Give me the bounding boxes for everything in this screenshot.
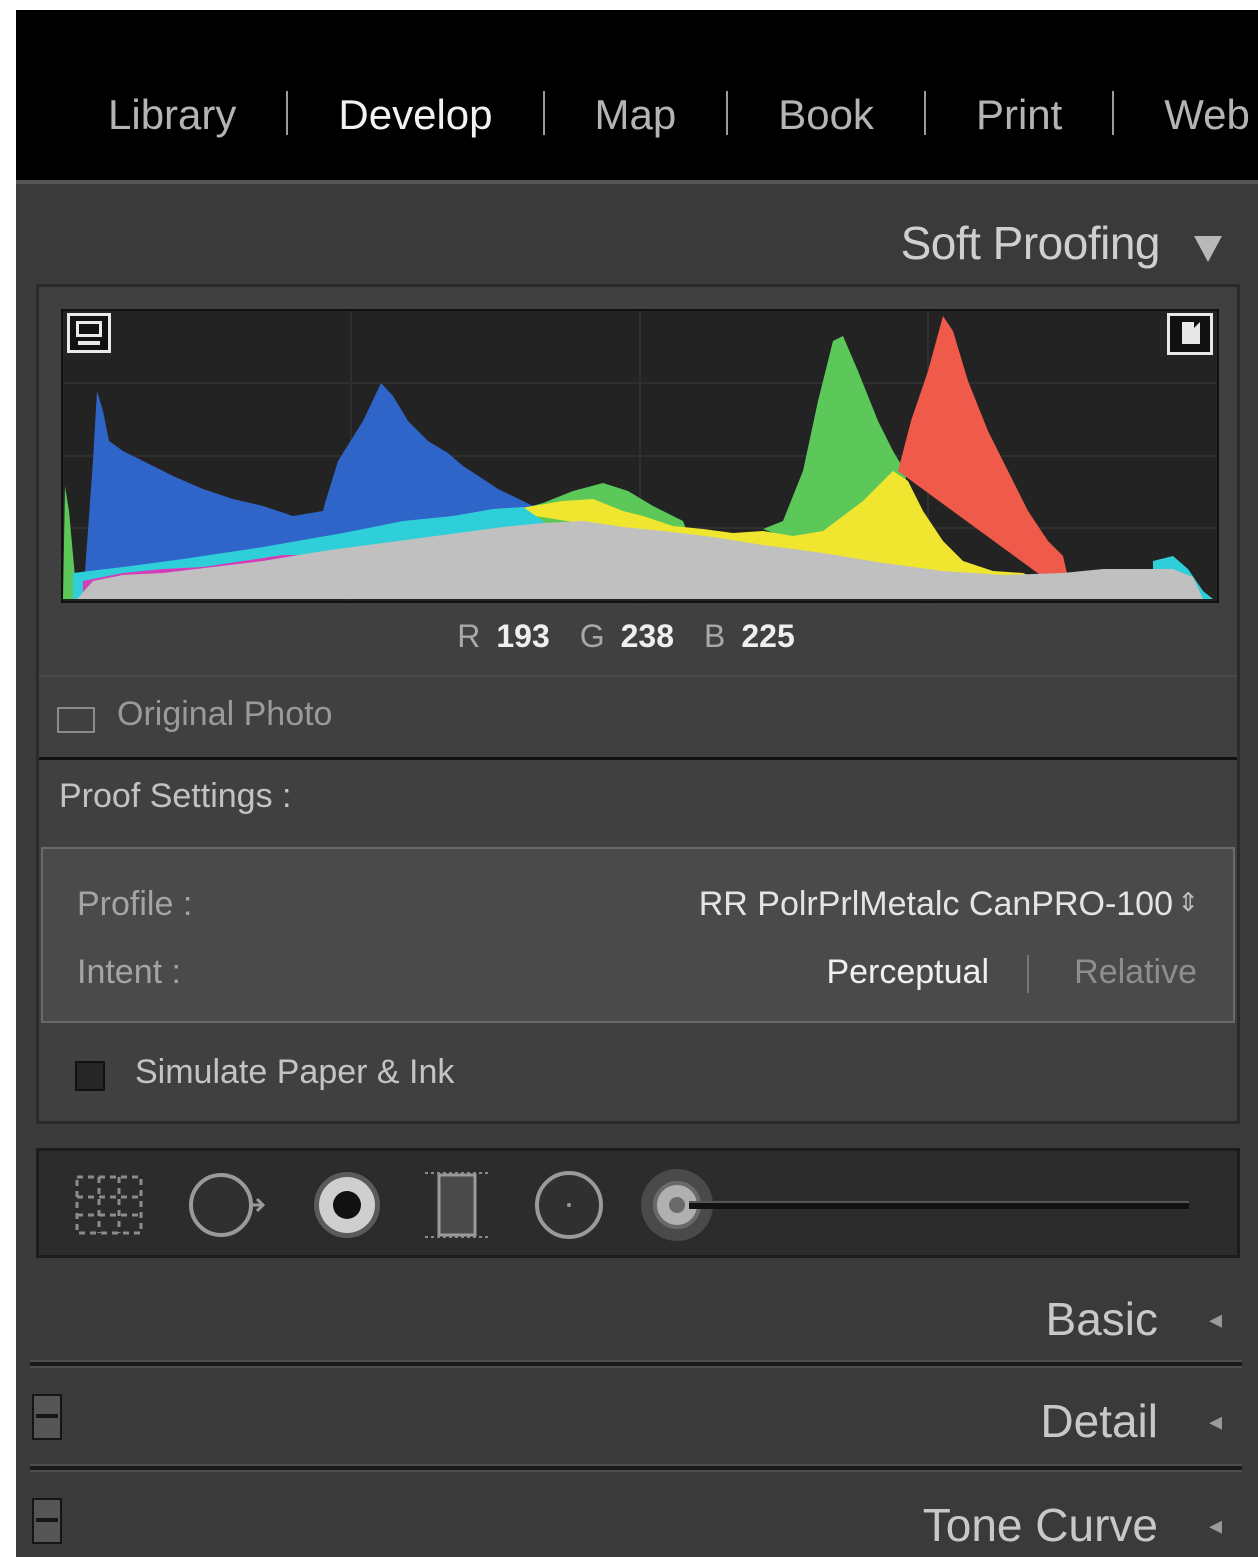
module-separator: [1112, 91, 1115, 135]
triangle-left-icon[interactable]: ◂: [1209, 1304, 1222, 1335]
module-map[interactable]: Map: [595, 90, 677, 140]
simulate-paper-ink-label: Simulate Paper & Ink: [135, 1053, 455, 1091]
intent-perceptual-option[interactable]: Perceptual: [826, 953, 989, 992]
tone-curve-panel-title: Tone Curve: [922, 1499, 1158, 1551]
soft-proofing-header[interactable]: Soft Proofing: [16, 192, 1258, 282]
triangle-down-icon[interactable]: [1194, 236, 1222, 262]
red-eye-icon[interactable]: [307, 1167, 387, 1243]
simulate-paper-ink-row[interactable]: Simulate Paper & Ink: [39, 1031, 1237, 1111]
divider: [39, 675, 1237, 677]
monitor-screen: [76, 321, 102, 337]
paper-gamut-icon[interactable]: [1167, 313, 1213, 355]
simulate-paper-ink-checkbox[interactable]: [75, 1061, 105, 1091]
develop-tool-strip: [36, 1148, 1240, 1258]
r-value: 193: [496, 618, 550, 654]
panel-divider: [30, 1464, 1242, 1472]
module-picker: Library Develop Map Book Print Web: [16, 10, 1258, 180]
lightroom-develop-panel: Library Develop Map Book Print Web Soft Proof…: [0, 0, 1258, 1557]
intent-relative-option[interactable]: Relative: [1074, 953, 1197, 992]
module-separator: [726, 91, 729, 135]
top-margin: [0, 0, 1258, 10]
original-photo-row[interactable]: Original Photo: [39, 679, 1237, 757]
triangle-left-icon[interactable]: ◂: [1209, 1510, 1222, 1541]
monitor-icon[interactable]: [67, 313, 111, 353]
module-separator: [542, 91, 545, 135]
soft-proofing-body: R 193 G 238 B 225 Original Photo Proof Settin…: [36, 284, 1240, 1124]
module-separator: [286, 91, 289, 135]
up-down-arrows-icon[interactable]: ⇕: [1177, 887, 1199, 918]
panel-divider: [30, 1360, 1242, 1368]
histogram-graph: [63, 311, 1217, 601]
proof-settings-label: Proof Settings :: [59, 777, 292, 815]
proof-settings-box: Profile : RR PolrPrlMetalc CanPRO-100 ⇕ …: [41, 847, 1235, 1023]
intent-label: Intent :: [77, 953, 181, 991]
module-separator: [923, 91, 926, 135]
monitor-base: [78, 341, 100, 345]
triangle-left-icon[interactable]: ◂: [1209, 1406, 1222, 1437]
rgb-readout: R 193 G 238 B 225: [39, 611, 1243, 661]
brush-size-track[interactable]: [689, 1201, 1189, 1209]
module-web[interactable]: Web: [1164, 90, 1250, 140]
module-list: Library Develop Map Book Print Web: [108, 90, 1250, 140]
tone-curve-panel-header[interactable]: Tone Curve ◂: [16, 1476, 1258, 1557]
crop-overlay-icon[interactable]: [69, 1167, 149, 1243]
module-library[interactable]: Library: [108, 90, 236, 140]
basic-panel-title: Basic: [1045, 1293, 1158, 1345]
original-photo-label: Original Photo: [117, 695, 333, 733]
graduated-filter-icon[interactable]: [417, 1167, 497, 1243]
intent-separator: [1027, 955, 1029, 993]
detail-panel-header[interactable]: Detail ◂: [16, 1372, 1258, 1462]
spot-removal-icon[interactable]: [187, 1167, 267, 1243]
detail-panel-switch[interactable]: [32, 1394, 62, 1440]
basic-panel-header[interactable]: Basic ◂: [16, 1270, 1258, 1360]
panel-top-border: [16, 180, 1258, 184]
b-value: 225: [741, 618, 795, 654]
module-develop[interactable]: Develop: [338, 90, 492, 140]
module-book[interactable]: Book: [778, 90, 874, 140]
module-print[interactable]: Print: [976, 90, 1062, 140]
tone-curve-panel-switch[interactable]: [32, 1498, 62, 1544]
detail-panel-title: Detail: [1040, 1395, 1158, 1447]
left-margin: [0, 0, 16, 1557]
g-value: 238: [620, 618, 675, 654]
original-photo-icon[interactable]: [57, 707, 95, 733]
paper-fold: [1194, 322, 1200, 328]
soft-proofing-title: Soft Proofing: [900, 217, 1161, 269]
right-panel: Soft Proofing R 193 G 238 B 225 Original…: [16, 180, 1258, 1557]
profile-dropdown[interactable]: RR PolrPrlMetalc CanPRO-100: [699, 885, 1173, 924]
histogram[interactable]: [61, 309, 1219, 603]
profile-label: Profile :: [77, 885, 193, 923]
divider: [39, 757, 1237, 760]
r-label: R: [457, 618, 481, 654]
radial-filter-icon[interactable]: [529, 1167, 609, 1243]
g-label: G: [579, 618, 605, 654]
b-label: B: [704, 618, 726, 654]
